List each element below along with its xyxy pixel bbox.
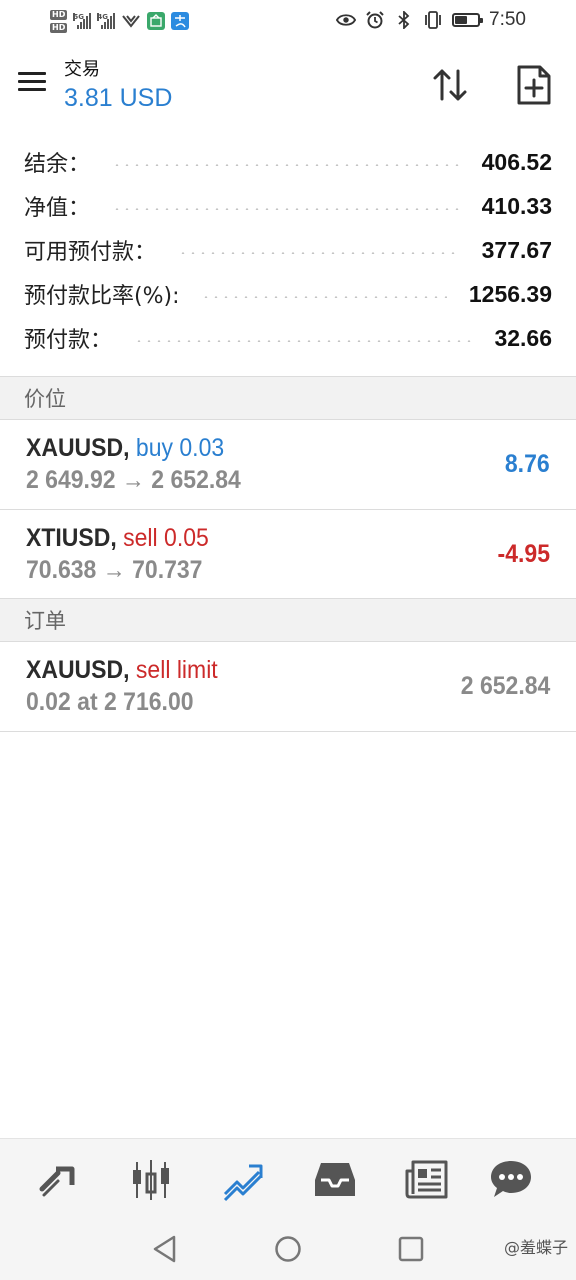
messages-icon[interactable] xyxy=(488,1157,534,1203)
position-profit: -4.95 xyxy=(497,540,550,568)
new-order-icon[interactable] xyxy=(516,64,552,106)
battery-icon xyxy=(452,13,484,27)
position-prices: 2 649.92 → 2 652.84 xyxy=(26,466,241,494)
hd-badges: HD HD xyxy=(50,9,68,33)
position-profit: 8.76 xyxy=(505,450,550,478)
bluetooth-icon xyxy=(394,10,414,30)
order-volume-price: 0.02 at 2 716.00 xyxy=(26,688,194,716)
position-action: buy 0.03 xyxy=(135,434,225,462)
history-icon[interactable] xyxy=(312,1157,358,1203)
dotted-leader xyxy=(112,164,460,166)
position-row[interactable]: XTIUSD, sell 0.05 70.638 → 70.737 -4.95 xyxy=(0,510,576,600)
back-icon[interactable] xyxy=(150,1234,180,1264)
summary-row-margin-level: 预付款比率(%): 1256.39 xyxy=(0,272,576,316)
balance-value: 406.52 xyxy=(481,148,552,175)
orders-section-header: 订单 xyxy=(0,598,576,642)
trade-icon[interactable] xyxy=(220,1157,266,1203)
news-icon[interactable] xyxy=(404,1157,450,1203)
order-row[interactable]: XAUUSD, sell limit 0.02 at 2 716.00 2 65… xyxy=(0,642,576,732)
clock: 7:50 xyxy=(489,9,526,30)
alarm-icon xyxy=(365,10,385,30)
recents-icon[interactable] xyxy=(396,1234,426,1264)
account-summary: 结余： 406.52 净值： 410.33 可用预付款： 377.67 预付款比… xyxy=(0,140,576,360)
position-symbol: XTIUSD, xyxy=(26,524,117,552)
eye-icon xyxy=(336,10,357,30)
system-navigation-bar: @羞蝶子 xyxy=(0,1218,576,1280)
position-row[interactable]: XAUUSD, buy 0.03 2 649.92 → 2 652.84 8.7… xyxy=(0,420,576,510)
quotes-icon[interactable] xyxy=(36,1157,82,1203)
summary-row-free-margin: 可用预付款： 377.67 xyxy=(0,228,576,272)
dotted-leader xyxy=(112,208,460,210)
free-margin-label: 可用预付款： xyxy=(24,240,157,265)
dotted-leader xyxy=(201,296,447,298)
summary-row-balance: 结余： 406.52 xyxy=(0,140,576,184)
hd-badge-sim2: HD xyxy=(50,22,68,33)
network-type-sim1: 5G xyxy=(73,13,84,21)
profit-summary: 3.81 USD xyxy=(64,84,173,112)
page-title: 交易 xyxy=(64,59,100,80)
alipay-notification-icon xyxy=(171,12,190,30)
home-icon[interactable] xyxy=(273,1234,303,1264)
status-left: HD HD 5G 4G xyxy=(50,4,190,38)
order-action: sell limit xyxy=(135,656,218,684)
margin-level-label: 预付款比率(%): xyxy=(24,284,180,309)
dotted-leader xyxy=(178,252,460,254)
margin-value: 32.66 xyxy=(494,324,552,351)
hd-badge-sim1: HD xyxy=(50,9,68,20)
bottom-tab-bar xyxy=(0,1138,576,1218)
positions-section-header: 价位 xyxy=(0,376,576,420)
chart-icon[interactable] xyxy=(128,1157,174,1203)
equity-label: 净值： xyxy=(24,196,91,221)
signal-icon-sim2: 4G xyxy=(97,13,116,29)
dotted-leader xyxy=(134,340,473,342)
margin-label: 预付款： xyxy=(24,328,113,353)
signal-icon-sim1: 5G xyxy=(73,13,92,29)
free-margin-value: 377.67 xyxy=(481,236,552,263)
sort-icon[interactable] xyxy=(430,65,470,105)
wifi-icon xyxy=(121,11,141,31)
vibrate-icon xyxy=(423,10,443,30)
margin-level-value: 1256.39 xyxy=(468,280,552,307)
app-notification-icon xyxy=(147,12,166,30)
summary-row-equity: 净值： 410.33 xyxy=(0,184,576,228)
app-header: 交易 3.81 USD xyxy=(0,40,576,125)
equity-value: 410.33 xyxy=(481,192,552,219)
position-title: XAUUSD, buy 0.03 xyxy=(26,434,224,463)
position-action: sell 0.05 xyxy=(123,524,209,552)
watermark: @羞蝶子 xyxy=(503,1238,568,1257)
order-current-price: 2 652.84 xyxy=(460,672,550,700)
hamburger-menu-icon[interactable] xyxy=(18,72,46,92)
status-right: 7:50 xyxy=(336,7,526,33)
summary-row-margin: 预付款： 32.66 xyxy=(0,316,576,360)
network-type-sim2: 4G xyxy=(97,13,108,21)
order-symbol: XAUUSD, xyxy=(26,656,130,684)
order-title: XAUUSD, sell limit xyxy=(26,656,218,685)
position-title: XTIUSD, sell 0.05 xyxy=(26,524,209,553)
balance-label: 结余： xyxy=(24,152,91,177)
position-symbol: XAUUSD, xyxy=(26,434,130,462)
status-bar: HD HD 5G 4G 7:50 xyxy=(0,0,576,40)
position-prices: 70.638 → 70.737 xyxy=(26,556,203,584)
